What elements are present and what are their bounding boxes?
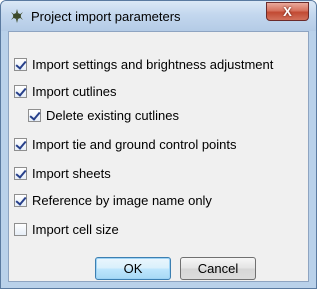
option-import-sheets[interactable]: Import sheets	[14, 165, 111, 181]
option-reference-by-name[interactable]: Reference by image name only	[14, 192, 212, 208]
checkbox-import-tie-points[interactable]	[14, 137, 27, 151]
app-icon	[11, 9, 23, 23]
close-button[interactable]: X	[266, 2, 309, 21]
option-label: Import sheets	[32, 165, 111, 181]
option-import-cell-size[interactable]: Import cell size	[14, 221, 119, 237]
option-label: Import settings and brightness adjustmen…	[32, 56, 274, 72]
checkbox-import-sheets[interactable]	[14, 166, 27, 180]
dialog-title: Project import parameters	[31, 9, 181, 24]
option-import-tie-points[interactable]: Import tie and ground control points	[14, 136, 237, 152]
ok-button[interactable]: OK	[95, 257, 171, 280]
option-import-cutlines[interactable]: Import cutlines	[14, 83, 117, 99]
option-label: Import tie and ground control points	[32, 136, 237, 152]
cancel-button[interactable]: Cancel	[180, 257, 256, 280]
option-import-settings[interactable]: Import settings and brightness adjustmen…	[14, 56, 273, 72]
close-icon: X	[283, 4, 292, 19]
checkbox-reference-by-name[interactable]	[14, 193, 27, 207]
checkbox-import-cell-size[interactable]	[14, 222, 27, 236]
option-label: Import cell size	[32, 221, 119, 237]
checkbox-import-settings[interactable]	[14, 57, 27, 71]
checkbox-delete-cutlines[interactable]	[28, 108, 41, 122]
title-bar[interactable]: Project import parameters X	[1, 1, 316, 31]
option-delete-cutlines[interactable]: Delete existing cutlines	[28, 107, 179, 123]
dialog-window: Project import parameters X Import setti…	[0, 0, 317, 289]
dialog-body: Import settings and brightness adjustmen…	[8, 31, 309, 282]
option-label: Reference by image name only	[32, 192, 212, 208]
option-label: Import cutlines	[32, 83, 117, 99]
checkbox-import-cutlines[interactable]	[14, 84, 27, 98]
option-label: Delete existing cutlines	[46, 107, 179, 123]
